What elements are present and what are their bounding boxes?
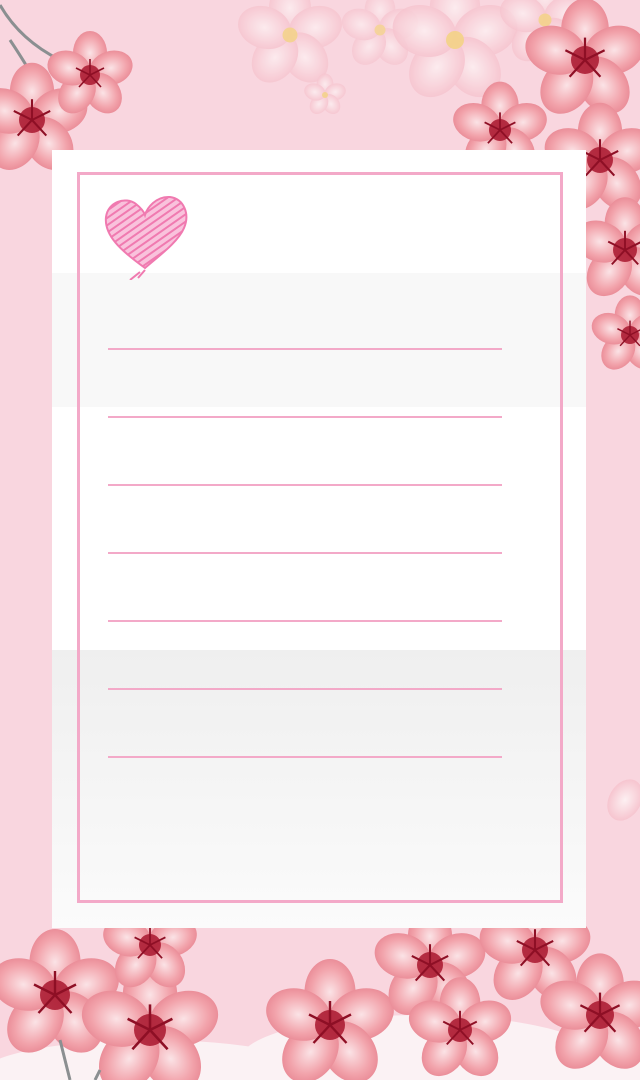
card-frame — [77, 172, 563, 903]
writing-line-4 — [108, 552, 502, 554]
writing-line-7 — [108, 756, 502, 758]
writing-line-3 — [108, 484, 502, 486]
note-card — [52, 150, 586, 928]
writing-line-5 — [108, 620, 502, 622]
writing-line-2 — [108, 416, 502, 418]
writing-line-1 — [108, 348, 502, 350]
heart-icon — [104, 195, 188, 280]
writing-line-6 — [108, 688, 502, 690]
